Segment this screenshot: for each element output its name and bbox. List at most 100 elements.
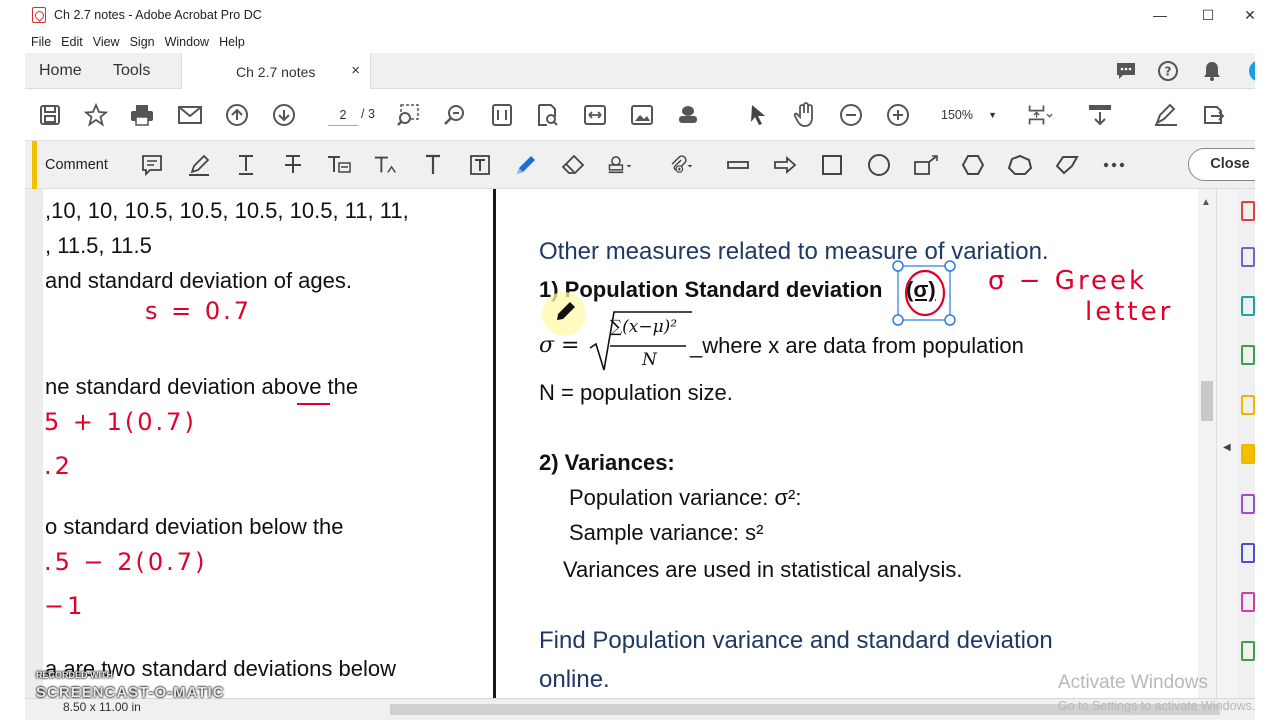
active-comment-icon[interactable]: [1241, 444, 1255, 464]
arrow-tool-icon[interactable]: [772, 152, 798, 178]
menu-bar: File Edit View Sign Window Help: [25, 31, 1255, 53]
attach-file-icon[interactable]: [668, 152, 694, 178]
find-in-document-icon[interactable]: [535, 102, 561, 128]
help-icon[interactable]: ?: [1156, 59, 1180, 83]
page-display-icon[interactable]: [1027, 102, 1053, 128]
oval-tool-icon[interactable]: [866, 152, 892, 178]
left-page-line: ne standard deviation above the: [45, 374, 359, 399]
comment-chat-icon[interactable]: [1114, 59, 1138, 83]
fit-page-icon[interactable]: [489, 102, 515, 128]
vertical-scrollbar-thumb[interactable]: [1201, 381, 1213, 421]
handwritten-note: s = 0.7: [145, 297, 253, 325]
send-for-review-icon[interactable]: [1241, 592, 1255, 612]
add-text-icon[interactable]: [420, 152, 446, 178]
menu-window[interactable]: Window: [165, 35, 209, 49]
insert-text-icon[interactable]: [373, 152, 399, 178]
tab-tools[interactable]: Tools: [113, 62, 150, 80]
marquee-zoom-icon[interactable]: [395, 102, 421, 128]
vertical-scrollbar[interactable]: ▲: [1198, 189, 1216, 698]
text-box-icon[interactable]: [467, 152, 493, 178]
export-pdf-icon[interactable]: [1241, 201, 1255, 221]
eraser-icon[interactable]: [560, 152, 586, 178]
handwritten-note: .2: [44, 452, 73, 480]
maximize-button[interactable]: ☐: [1198, 5, 1218, 25]
callout-tool-icon[interactable]: [913, 152, 939, 178]
left-page-line: , 11.5, 11.5: [45, 233, 152, 258]
activate-windows-title: Activate Windows: [1058, 672, 1208, 693]
fill-sign-icon[interactable]: [1153, 102, 1179, 128]
svg-text:?: ?: [1165, 65, 1172, 79]
fit-width-icon[interactable]: [582, 102, 608, 128]
polygon-tool-icon[interactable]: [960, 152, 986, 178]
zoom-level-select[interactable]: 150% ▼: [931, 104, 1003, 126]
polyline-tool-icon[interactable]: [1054, 152, 1080, 178]
chevron-left-icon[interactable]: ◀: [1223, 442, 1231, 453]
zoom-search-icon[interactable]: [442, 102, 468, 128]
organize-pages-icon[interactable]: [1241, 345, 1255, 365]
underline-text-icon[interactable]: [233, 152, 259, 178]
previous-page-icon[interactable]: [224, 102, 250, 128]
bookmark-star-icon[interactable]: [83, 102, 109, 128]
page-number-input[interactable]: 2: [328, 104, 358, 126]
left-page-line: ,10, 10, 10.5, 10.5, 10.5, 10.5, 11, 11,: [45, 198, 409, 223]
handwritten-note: −1: [44, 592, 86, 620]
comment-toolbar: Comment Close: [25, 141, 1272, 189]
page-heading: Other measures related to measure of var…: [539, 238, 1049, 265]
formula-numerator: ∑(x−μ)²: [610, 317, 678, 337]
edit-pdf-icon[interactable]: [1241, 296, 1255, 316]
zoom-level-value: 150%: [941, 108, 973, 122]
menu-view[interactable]: View: [93, 35, 120, 49]
print-icon[interactable]: [129, 102, 155, 128]
selection-box[interactable]: [892, 260, 956, 326]
protect-icon[interactable]: [1241, 543, 1255, 563]
share-export-icon[interactable]: [1201, 102, 1227, 128]
find-online-line-2: online.: [539, 666, 610, 693]
pencil-cursor-icon: [542, 292, 586, 336]
close-tab-icon[interactable]: ×: [351, 62, 360, 79]
draw-pencil-icon[interactable]: [513, 152, 539, 178]
left-page-line: and standard deviation of ages.: [45, 268, 353, 293]
comment-tool-icon[interactable]: [1241, 395, 1255, 415]
chevron-down-icon: ▼: [988, 110, 997, 120]
notification-bell-icon[interactable]: [1200, 59, 1224, 83]
line-tool-icon[interactable]: [725, 152, 751, 178]
page-size-readout: 8.50 x 11.00 in: [63, 700, 141, 714]
strikethrough-icon[interactable]: [280, 152, 306, 178]
sample-variance: Sample variance: s²: [569, 520, 764, 545]
replace-text-icon[interactable]: [326, 152, 352, 178]
zoom-in-icon[interactable]: [885, 102, 911, 128]
fill-sign-tool-icon[interactable]: [1241, 494, 1255, 514]
cloud-tool-icon[interactable]: [1007, 152, 1033, 178]
email-icon[interactable]: [177, 102, 203, 128]
stamp-tool-icon[interactable]: [607, 152, 633, 178]
scroll-mode-icon[interactable]: [1087, 102, 1113, 128]
tab-home[interactable]: Home: [39, 62, 82, 80]
menu-help[interactable]: Help: [219, 35, 245, 49]
handwritten-note: .5 − 2(0.7): [44, 548, 208, 576]
rectangle-tool-icon[interactable]: [819, 152, 845, 178]
title-bar: Ch 2.7 notes - Adobe Acrobat Pro DC — ☐ …: [0, 0, 1256, 30]
highlight-text-icon[interactable]: [186, 152, 212, 178]
scroll-up-icon[interactable]: ▲: [1201, 197, 1211, 208]
tab-document[interactable]: Ch 2.7 notes ×: [181, 53, 371, 90]
select-cursor-icon[interactable]: [745, 102, 771, 128]
right-pane-toggle[interactable]: ◀: [1216, 189, 1238, 698]
next-page-icon[interactable]: [271, 102, 297, 128]
create-pdf-icon[interactable]: [1241, 247, 1255, 267]
n-definition: N = population size.: [539, 380, 733, 405]
menu-sign[interactable]: Sign: [130, 35, 155, 49]
zoom-out-icon[interactable]: [838, 102, 864, 128]
more-tools-pane-icon[interactable]: [1241, 641, 1255, 661]
formula-description: _where x are data from population: [690, 333, 1024, 358]
menu-file[interactable]: File: [31, 35, 51, 49]
comment-toolbar-label: Comment: [45, 157, 108, 173]
save-icon[interactable]: [37, 102, 63, 128]
find-online-line-1: Find Population variance and standard de…: [539, 627, 1053, 654]
stamp-icon[interactable]: [675, 102, 701, 128]
menu-edit[interactable]: Edit: [61, 35, 83, 49]
image-icon[interactable]: [629, 102, 655, 128]
hand-tool-icon[interactable]: [792, 102, 818, 128]
sticky-note-icon[interactable]: [139, 152, 165, 178]
more-tools-icon[interactable]: [1101, 152, 1127, 178]
minimize-button[interactable]: —: [1150, 5, 1170, 25]
